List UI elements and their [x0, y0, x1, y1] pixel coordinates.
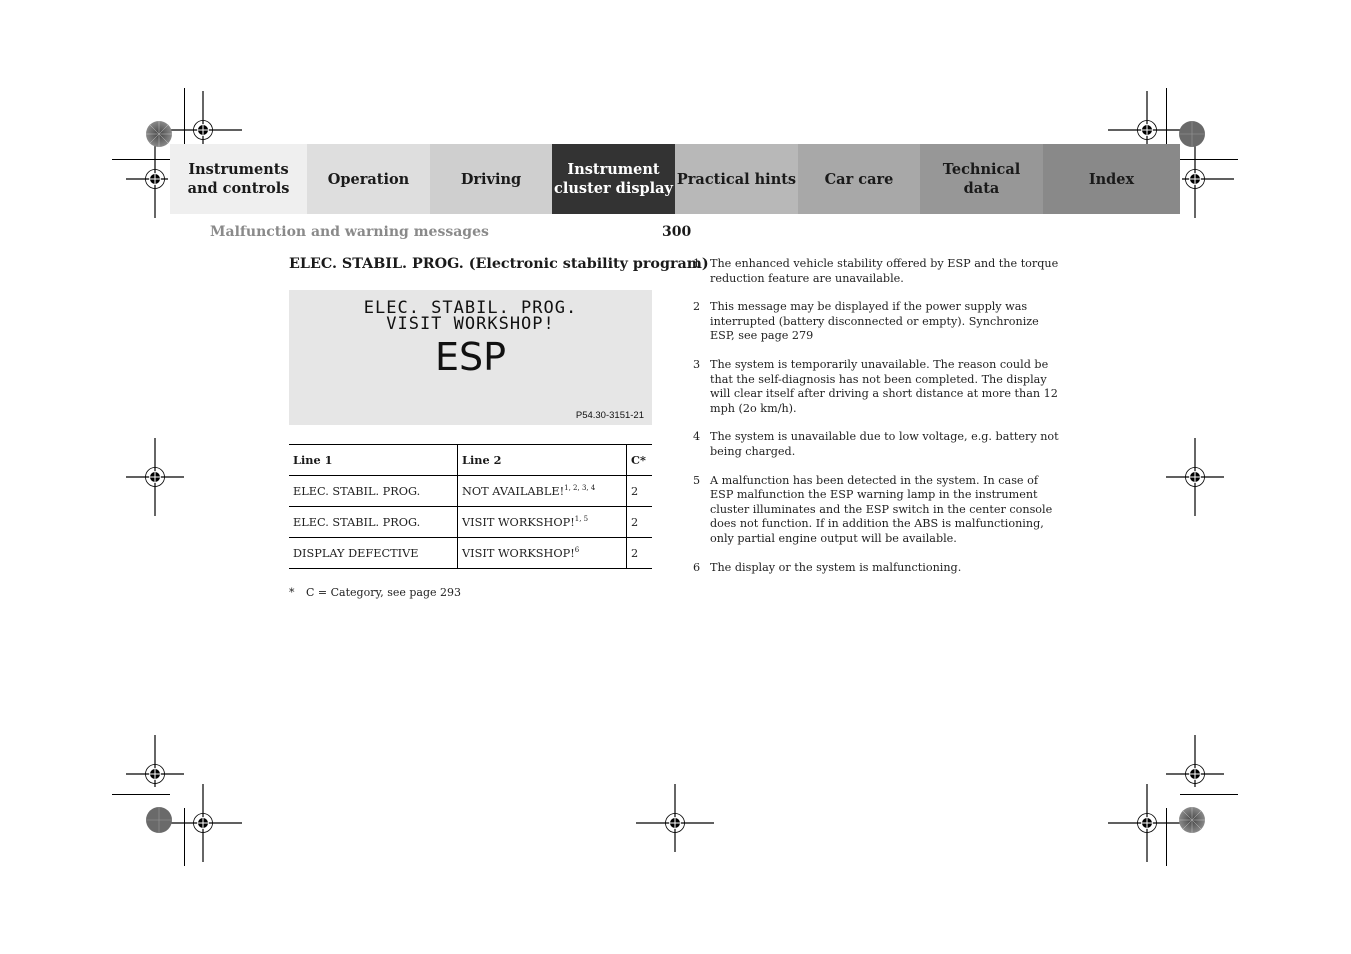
cell-line2-text: NOT AVAILABLE! [462, 485, 565, 498]
footnote-text: This message may be displayed if the pow… [710, 300, 1039, 343]
tab-label: Operation [327, 170, 410, 188]
table-row: ELEC. STABIL. PROG. VISIT WORKSHOP!1, 5 … [289, 506, 652, 538]
tab-label: Technical data [942, 161, 1021, 197]
cell-line2-text: VISIT WORKSHOP! [462, 516, 575, 529]
footnote-text: A malfunction has been detected in the s… [710, 473, 1053, 545]
cell-line2-text: VISIT WORKSHOP! [462, 547, 575, 560]
footnote-number: 5 [693, 473, 701, 487]
footnote-item: 1 The enhanced vehicle stability offered … [693, 257, 1063, 286]
section-title: Malfunction and warning messages [210, 224, 489, 240]
tab-label: Practical hints [676, 170, 797, 188]
chapter-tabs: Instruments and controls Operation Drivi… [170, 144, 1180, 214]
cell-line2: VISIT WORKSHOP!1, 5 [457, 506, 627, 538]
tab-label: Instrument cluster display [554, 161, 673, 197]
color-star-icon [145, 806, 173, 834]
registration-mark-icon [1108, 784, 1186, 862]
cell-line2: VISIT WORKSHOP!6 [457, 537, 627, 569]
footnote-text: The system is temporarily unavailable. T… [710, 357, 1058, 415]
footnote-item: 2 This message may be displayed if the po… [693, 300, 1063, 344]
registration-mark-icon [1156, 438, 1234, 516]
cell-category: 2 [626, 537, 652, 569]
cell-line2: NOT AVAILABLE!1, 2, 3, 4 [457, 475, 627, 507]
table-row: ELEC. STABIL. PROG. NOT AVAILABLE!1, 2, … [289, 475, 652, 507]
messages-table: Line 1 Line 2 C* ELEC. STABIL. PROG. NOT… [289, 444, 652, 569]
tab-practical-hints[interactable]: Practical hints [675, 144, 798, 214]
category-footnote-text: C = Category, see page 293 [306, 586, 462, 599]
color-star-icon [1178, 120, 1206, 148]
registration-mark-icon [116, 438, 194, 516]
cell-category: 2 [626, 506, 652, 538]
registration-mark-icon [164, 784, 242, 862]
color-star-icon [1178, 806, 1206, 834]
tab-label: Index [1088, 170, 1135, 188]
tab-technical-data[interactable]: Technical data [920, 144, 1043, 214]
table-header-row: Line 1 Line 2 C* [289, 444, 652, 476]
tab-label: Car care [824, 170, 894, 188]
column-header-line2: Line 2 [457, 444, 627, 476]
tab-label: Instruments and controls [187, 161, 290, 197]
footnote-number: 3 [693, 357, 701, 371]
footnote-ref: 6 [574, 546, 580, 554]
footnote-text: The display or the system is malfunction… [710, 560, 962, 574]
column-header-line1: Line 1 [289, 444, 458, 476]
cell-line1: ELEC. STABIL. PROG. [289, 475, 458, 507]
color-star-icon [145, 120, 173, 148]
footnote-text: The system is unavailable due to low vol… [710, 430, 1059, 458]
footnotes-list: 1 The enhanced vehicle stability offered … [693, 257, 1063, 589]
esp-symbol: ESP [434, 335, 507, 379]
tab-operation[interactable]: Operation [307, 144, 430, 214]
tab-driving[interactable]: Driving [430, 144, 552, 214]
figure-reference: P54.30-3151-21 [575, 410, 644, 421]
asterisk-mark: * [289, 586, 295, 599]
tab-instruments-and-controls[interactable]: Instruments and controls [170, 144, 307, 214]
page-heading: ELEC. STABIL. PROG. (Electronic stabilit… [289, 256, 709, 272]
footnote-item: 6 The display or the system is malfunctio… [693, 561, 1063, 576]
footnote-item: 5 A malfunction has been detected in the … [693, 474, 1063, 547]
cell-category: 2 [626, 475, 652, 507]
footnote-text: The enhanced vehicle stability offered b… [710, 257, 1059, 285]
footnote-number: 6 [693, 560, 701, 574]
category-footnote: * C = Category, see page 293 [289, 586, 461, 599]
footnote-item: 4 The system is unavailable due to low vo… [693, 430, 1063, 459]
footnote-item: 3 The system is temporarily unavailable. … [693, 358, 1063, 416]
footnote-number: 2 [693, 300, 701, 314]
cell-line1: ELEC. STABIL. PROG. [289, 506, 458, 538]
cell-line1: DISPLAY DEFECTIVE [289, 537, 458, 569]
tab-car-care[interactable]: Car care [798, 144, 920, 214]
footnote-ref: 1, 5 [574, 515, 589, 523]
display-line-2: VISIT WORKSHOP! [386, 314, 555, 334]
registration-mark-icon [636, 784, 714, 862]
footnote-number: 4 [693, 430, 701, 444]
tab-instrument-cluster-display[interactable]: Instrument cluster display [552, 144, 675, 214]
instrument-display-illustration: ELEC. STABIL. PROG. VISIT WORKSHOP! ESP … [289, 290, 652, 425]
column-header-category: C* [626, 444, 652, 476]
tab-label: Driving [460, 170, 522, 188]
table-row: DISPLAY DEFECTIVE VISIT WORKSHOP!6 2 [289, 537, 652, 569]
footnote-number: 1 [693, 257, 701, 270]
tab-index[interactable]: Index [1043, 144, 1180, 214]
page-number: 300 [662, 224, 692, 240]
footnote-ref: 1, 2, 3, 4 [564, 484, 596, 492]
